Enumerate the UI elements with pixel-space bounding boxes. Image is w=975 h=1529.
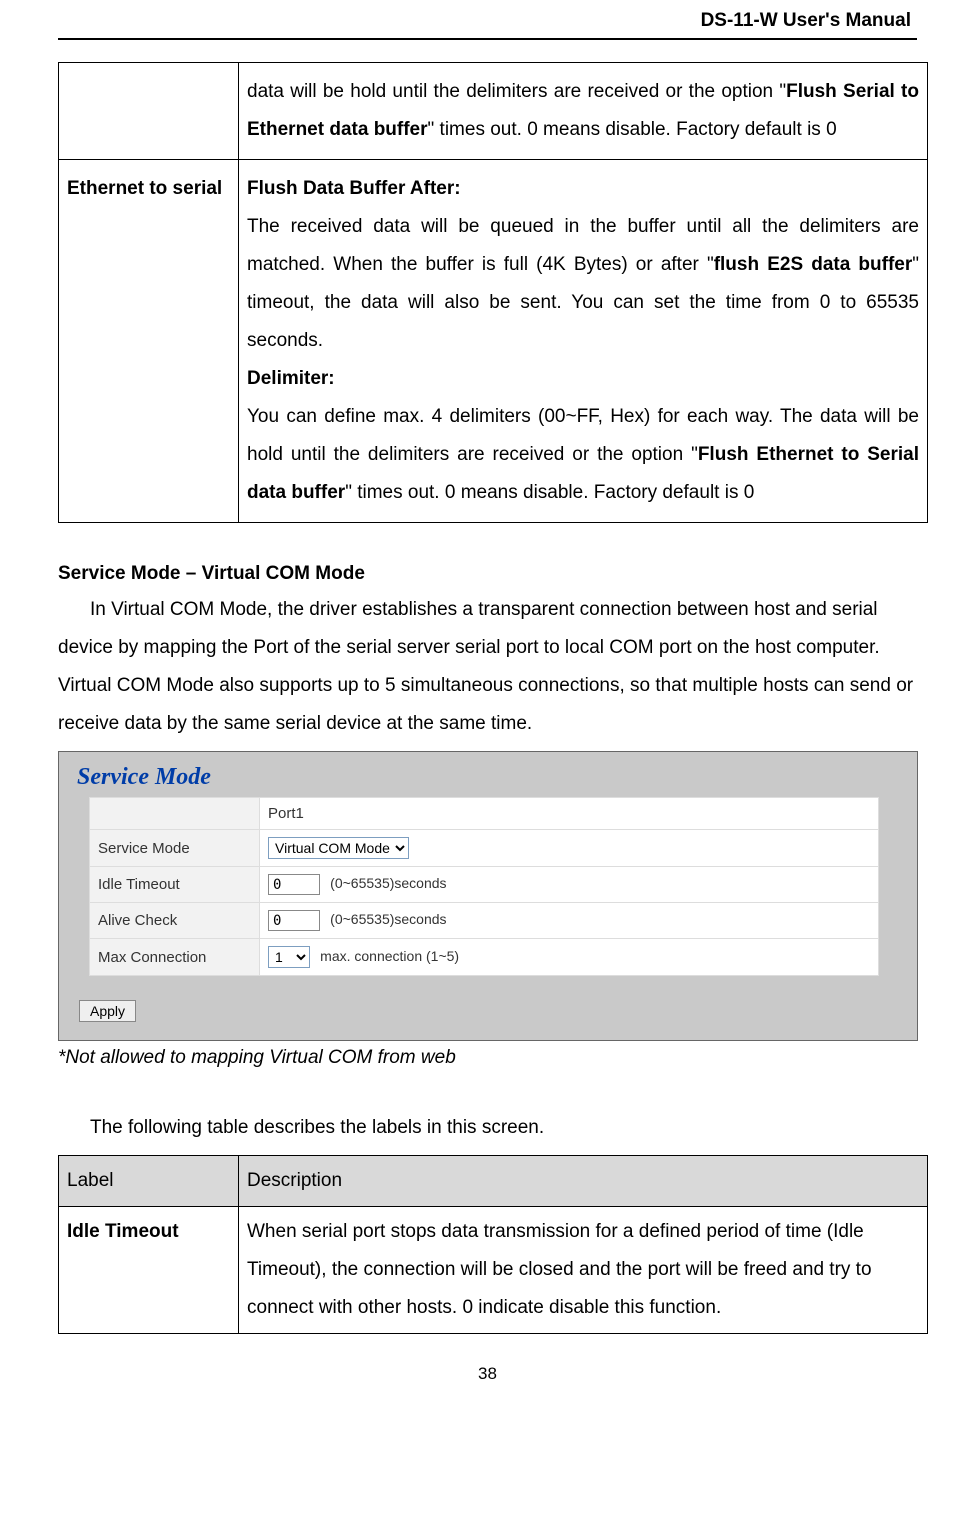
header-rule [58,38,917,40]
table-row: Service Mode Virtual COM Mode [90,830,879,867]
table-row: Ethernet to serial Flush Data Buffer Aft… [59,160,928,523]
text-fragment: " times out. 0 means disable. Factory de… [345,482,754,503]
table-cell-desc: Flush Data Buffer After: The received da… [239,160,928,523]
definition-table-1: data will be hold until the delimiters a… [58,62,928,523]
apply-button[interactable]: Apply [79,1000,136,1022]
service-mode-select[interactable]: Virtual COM Mode [268,837,409,859]
hint-text: max. connection (1~5) [320,948,459,964]
th-label: Label [59,1156,239,1207]
table-header-row: Label Description [59,1156,928,1207]
text-fragment: " times out. 0 means disable. Factory de… [428,119,837,140]
td-label: Idle Timeout [59,1207,239,1334]
section-heading: Service Mode – Virtual COM Mode [58,563,917,585]
table-row: Alive Check (0~65535)seconds [90,903,879,939]
sm-label-idle-timeout: Idle Timeout [90,867,260,903]
subheading: Flush Data Buffer After: [247,178,461,199]
service-mode-screenshot: Service Mode Port1 Service Mode Virtual … [58,751,918,1041]
hint-text: (0~65535)seconds [330,875,446,891]
sm-cell-service-mode: Virtual COM Mode [260,830,879,867]
table-row: Max Connection 1 max. connection (1~5) [90,939,879,976]
alive-check-input[interactable] [268,910,320,931]
sm-empty-label [90,798,260,830]
apply-wrap: Apply [79,1000,917,1022]
table-row: Idle Timeout (0~65535)seconds [90,867,879,903]
table-row: Idle Timeout When serial port stops data… [59,1207,928,1334]
max-connection-select[interactable]: 1 [268,946,310,968]
table2-intro: The following table describes the labels… [58,1109,917,1147]
running-header: DS-11-W User's Manual [58,10,917,32]
sm-cell-idle-timeout: (0~65535)seconds [260,867,879,903]
description-table: Label Description Idle Timeout When seri… [58,1155,928,1334]
hint-text: (0~65535)seconds [330,911,446,927]
sm-label-service-mode: Service Mode [90,830,260,867]
table-cell-label-empty [59,63,239,160]
service-mode-table: Port1 Service Mode Virtual COM Mode Idle… [89,797,879,976]
table-row: Port1 [90,798,879,830]
screenshot-footnote: *Not allowed to mapping Virtual COM from… [58,1047,917,1069]
page-container: DS-11-W User's Manual data will be hold … [0,0,975,1414]
td-description: When serial port stops data transmission… [239,1207,928,1334]
text-fragment: data will be hold until the delimiters a… [247,81,786,102]
body-paragraph: In Virtual COM Mode, the driver establis… [58,591,917,743]
idle-timeout-input[interactable] [268,874,320,895]
th-description: Description [239,1156,928,1207]
sm-label-alive-check: Alive Check [90,903,260,939]
sm-cell-alive-check: (0~65535)seconds [260,903,879,939]
sm-port-header: Port1 [260,798,879,830]
sm-label-max-connection: Max Connection [90,939,260,976]
page-number: 38 [58,1364,917,1384]
subheading: Delimiter: [247,368,335,389]
text-bold: flush E2S data buffer [714,254,913,275]
sm-cell-max-connection: 1 max. connection (1~5) [260,939,879,976]
table-cell-desc: data will be hold until the delimiters a… [239,63,928,160]
table-row: data will be hold until the delimiters a… [59,63,928,160]
table-cell-label: Ethernet to serial [59,160,239,523]
service-mode-title: Service Mode [59,764,917,791]
